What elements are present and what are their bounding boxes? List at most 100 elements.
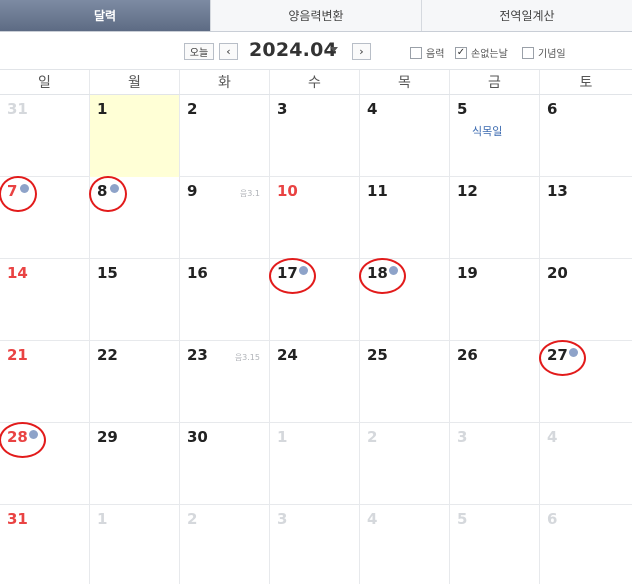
day-cell[interactable]: 20 [540,259,632,341]
day-number: 25 [367,346,388,364]
day-cell[interactable]: 6 [540,505,632,584]
day-cell[interactable]: 10 [270,177,360,259]
day-cell[interactable]: 5 [450,505,540,584]
weekday-tue: 화 [180,70,270,94]
day-cell[interactable]: 5 식목일 [450,95,540,177]
tab-calendar[interactable]: 달력 [0,0,211,31]
day-cell[interactable]: 1 [90,505,180,584]
calendar-grid: 일 월 화 수 목 금 토 31 1 2 3 4 5 식목일 6 7 8 9 음3.1 10 11 12 13… [0,70,632,584]
day-number: 4 [547,428,558,446]
day-cell[interactable]: 3 [450,423,540,505]
memorial-checkbox[interactable] [522,46,534,59]
day-cell[interactable]: 25 [360,341,450,423]
highlight-circle [539,340,586,376]
day-number: 19 [457,264,478,282]
day-cell[interactable]: 17 [269,258,360,341]
day-cell[interactable]: 8 [89,176,180,259]
day-number: 11 [367,182,388,200]
day-cell[interactable]: 6 [540,95,632,177]
prev-month-button[interactable]: ‹ [219,43,238,60]
option-no-loss-day[interactable]: ✓ 손없는날 [455,45,508,60]
chevron-right-icon: › [359,45,364,58]
day-number: 31 [7,510,28,528]
week-row: 14 15 16 17 18 19 20 [0,258,632,341]
day-cell[interactable]: 16 [180,259,270,341]
day-cell[interactable]: 7 [0,176,90,259]
highlight-circle [269,258,316,294]
caret-down-icon[interactable] [330,47,338,52]
day-cell[interactable]: 2 [360,423,450,505]
day-number: 6 [547,100,558,118]
day-cell[interactable]: 2 [180,505,270,584]
lunar-checkbox[interactable] [410,46,422,59]
weekday-sat: 토 [579,75,593,91]
option-lunar[interactable]: 음력 [410,45,444,60]
day-cell[interactable]: 19 [450,259,540,341]
day-number: 9 [187,182,198,200]
day-cell[interactable]: 30 [180,423,270,505]
week-row: 21 22 23 음3.15 24 25 26 27 [0,340,632,423]
day-number: 12 [457,182,478,200]
day-cell[interactable]: 3 [270,505,360,584]
day-number: 1 [277,428,288,446]
holiday-label: 식목일 [472,125,503,138]
week-row: 28 29 30 1 2 3 4 [0,422,632,505]
day-number: 24 [277,346,298,364]
day-number: 2 [367,428,378,446]
day-cell[interactable]: 27 [539,340,632,423]
option-no-loss-day-label: 손없는날 [471,49,508,60]
day-cell[interactable]: 4 [360,505,450,584]
day-number: 26 [457,346,478,364]
highlight-circle [0,176,37,212]
weekday-thu: 목 [360,70,450,94]
day-cell[interactable]: 29 [90,423,180,505]
day-cell[interactable]: 21 [0,341,90,423]
day-cell[interactable]: 14 [0,259,90,341]
tab-discharge-calculator[interactable]: 전역일계산 [422,0,632,31]
day-number: 2 [187,510,198,528]
day-number: 22 [97,346,118,364]
day-cell[interactable]: 26 [450,341,540,423]
day-number: 13 [547,182,568,200]
day-cell[interactable]: 31 [0,95,90,177]
day-cell[interactable]: 4 [360,95,450,177]
day-cell[interactable]: 4 [540,423,632,505]
day-cell[interactable]: 3 [270,95,360,177]
day-number: 3 [277,510,288,528]
day-cell[interactable]: 18 [359,258,450,341]
day-cell[interactable]: 15 [90,259,180,341]
next-month-button[interactable]: › [352,43,371,60]
option-memorial[interactable]: 기념일 [522,45,566,60]
day-cell[interactable]: 1 [270,423,360,505]
day-number: 20 [547,264,568,282]
day-cell[interactable]: 23 음3.15 [180,341,270,423]
chevron-left-icon: ‹ [226,45,231,58]
day-cell[interactable]: 11 [360,177,450,259]
day-cell[interactable]: 2 [180,95,270,177]
day-cell[interactable]: 9 음3.1 [180,177,270,259]
highlight-circle [359,258,406,294]
day-cell[interactable]: 31 [0,505,90,584]
day-cell[interactable]: 12 [450,177,540,259]
weekday-sun: 일 [0,70,90,94]
calendar-toolbar: 오늘 ‹ 2024.04 › 음력 ✓ 손없는날 기념일 [0,32,632,70]
day-number: 29 [97,428,118,446]
day-number: 2 [187,100,198,118]
today-button[interactable]: 오늘 [184,43,214,60]
day-cell[interactable]: 28 [0,422,90,505]
day-cell[interactable]: 24 [270,341,360,423]
tab-lunar-converter[interactable]: 양음력변환 [211,0,422,31]
calendar-weeks: 31 1 2 3 4 5 식목일 6 7 8 9 음3.1 10 11 12 13 14 15 16 17 18 19 20… [0,95,632,584]
weekday-wed: 수 [270,70,360,94]
no-loss-day-checkbox[interactable]: ✓ [455,46,467,59]
week-row: 31 1 2 3 4 5 식목일 6 [0,95,632,177]
day-number: 23 [187,346,208,364]
weekday-mon: 월 [90,70,180,94]
weekday-fri: 금 [450,70,540,94]
day-cell[interactable]: 1 [90,95,180,177]
day-cell[interactable]: 13 [540,177,632,259]
month-title[interactable]: 2024.04 [249,39,337,61]
weekday-header: 일 월 화 수 목 금 토 [0,70,632,95]
day-cell[interactable]: 22 [90,341,180,423]
day-number: 14 [7,264,28,282]
